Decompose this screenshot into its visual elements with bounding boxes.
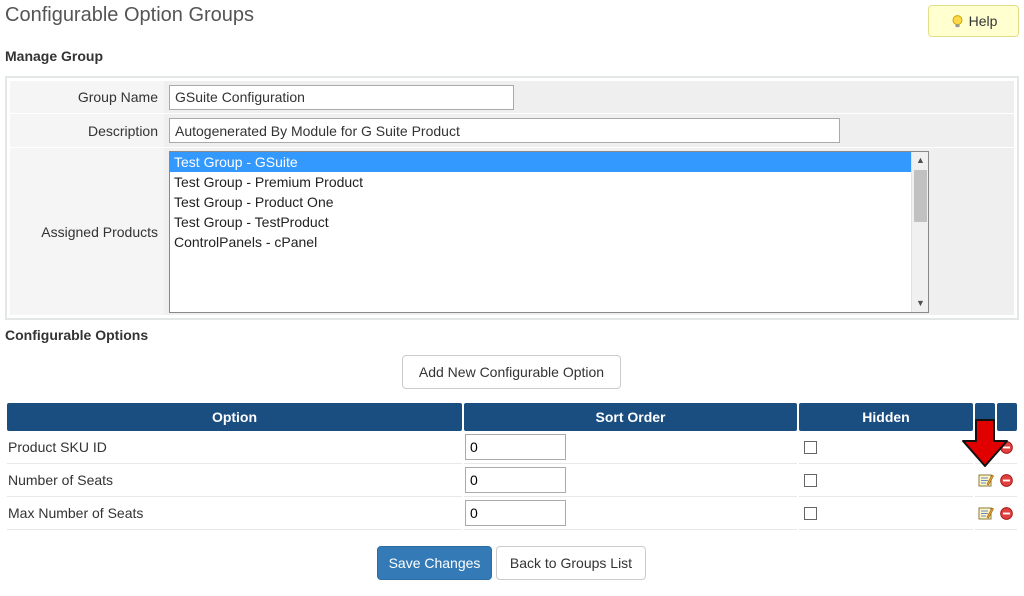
- manage-group-heading: Manage Group: [5, 48, 104, 64]
- sort-order-input[interactable]: [465, 434, 566, 460]
- product-option[interactable]: Test Group - GSuite: [170, 151, 911, 172]
- assigned-products-label: Assigned Products: [10, 148, 164, 315]
- hidden-checkbox[interactable]: [804, 440, 817, 454]
- manage-group-form: Group Name Description Assigned Products…: [5, 76, 1019, 320]
- group-name-label: Group Name: [10, 81, 164, 113]
- table-row: Number of Seats: [7, 464, 1017, 497]
- hidden-checkbox[interactable]: [804, 506, 817, 520]
- scroll-up-icon[interactable]: ▲: [912, 152, 928, 169]
- option-name: Max Number of Seats: [7, 497, 462, 530]
- scroll-thumb[interactable]: [914, 169, 927, 222]
- scroll-down-icon[interactable]: ▼: [912, 295, 928, 312]
- configurable-options-heading: Configurable Options: [5, 327, 149, 343]
- delete-icon[interactable]: [1000, 473, 1013, 487]
- assigned-products-listbox[interactable]: Test Group - GSuite Test Group - Premium…: [169, 150, 929, 313]
- page-title: Configurable Option Groups: [5, 4, 255, 26]
- listbox-scrollbar[interactable]: ▲ ▼: [911, 151, 928, 312]
- edit-icon[interactable]: [978, 472, 994, 488]
- group-name-input[interactable]: [169, 84, 514, 110]
- assigned-products-row: Assigned Products Test Group - GSuite Te…: [10, 148, 1014, 316]
- delete-icon[interactable]: [1000, 506, 1013, 520]
- help-label: Help: [968, 13, 998, 29]
- product-option[interactable]: Test Group - Premium Product: [170, 172, 911, 192]
- help-button[interactable]: Help: [928, 5, 1019, 37]
- description-input[interactable]: [169, 118, 840, 143]
- edit-icon[interactable]: [978, 505, 994, 521]
- description-label: Description: [10, 114, 164, 147]
- description-row: Description: [10, 114, 1014, 148]
- product-option[interactable]: Test Group - Product One: [170, 192, 911, 212]
- red-arrow-down-icon: [962, 419, 1008, 467]
- column-header-hidden: Hidden: [799, 403, 973, 431]
- sort-order-input[interactable]: [465, 467, 566, 493]
- lightbulb-icon: [952, 14, 963, 27]
- group-name-row: Group Name: [10, 81, 1014, 114]
- add-configurable-option-button[interactable]: Add New Configurable Option: [402, 355, 621, 389]
- hidden-checkbox[interactable]: [804, 473, 817, 487]
- product-option[interactable]: ControlPanels - cPanel: [170, 232, 911, 252]
- column-header-sort-order: Sort Order: [464, 403, 797, 431]
- product-option[interactable]: Test Group - TestProduct: [170, 212, 911, 232]
- column-header-option: Option: [7, 403, 462, 431]
- table-row: Max Number of Seats: [7, 497, 1017, 530]
- table-row: Product SKU ID: [7, 431, 1017, 464]
- back-to-groups-button[interactable]: Back to Groups List: [496, 546, 646, 580]
- configurable-options-table: Option Sort Order Hidden Product SKU ID: [5, 403, 1019, 530]
- option-name: Number of Seats: [7, 464, 462, 497]
- save-changes-button[interactable]: Save Changes: [377, 546, 492, 580]
- option-name: Product SKU ID: [7, 431, 462, 464]
- sort-order-input[interactable]: [465, 500, 566, 526]
